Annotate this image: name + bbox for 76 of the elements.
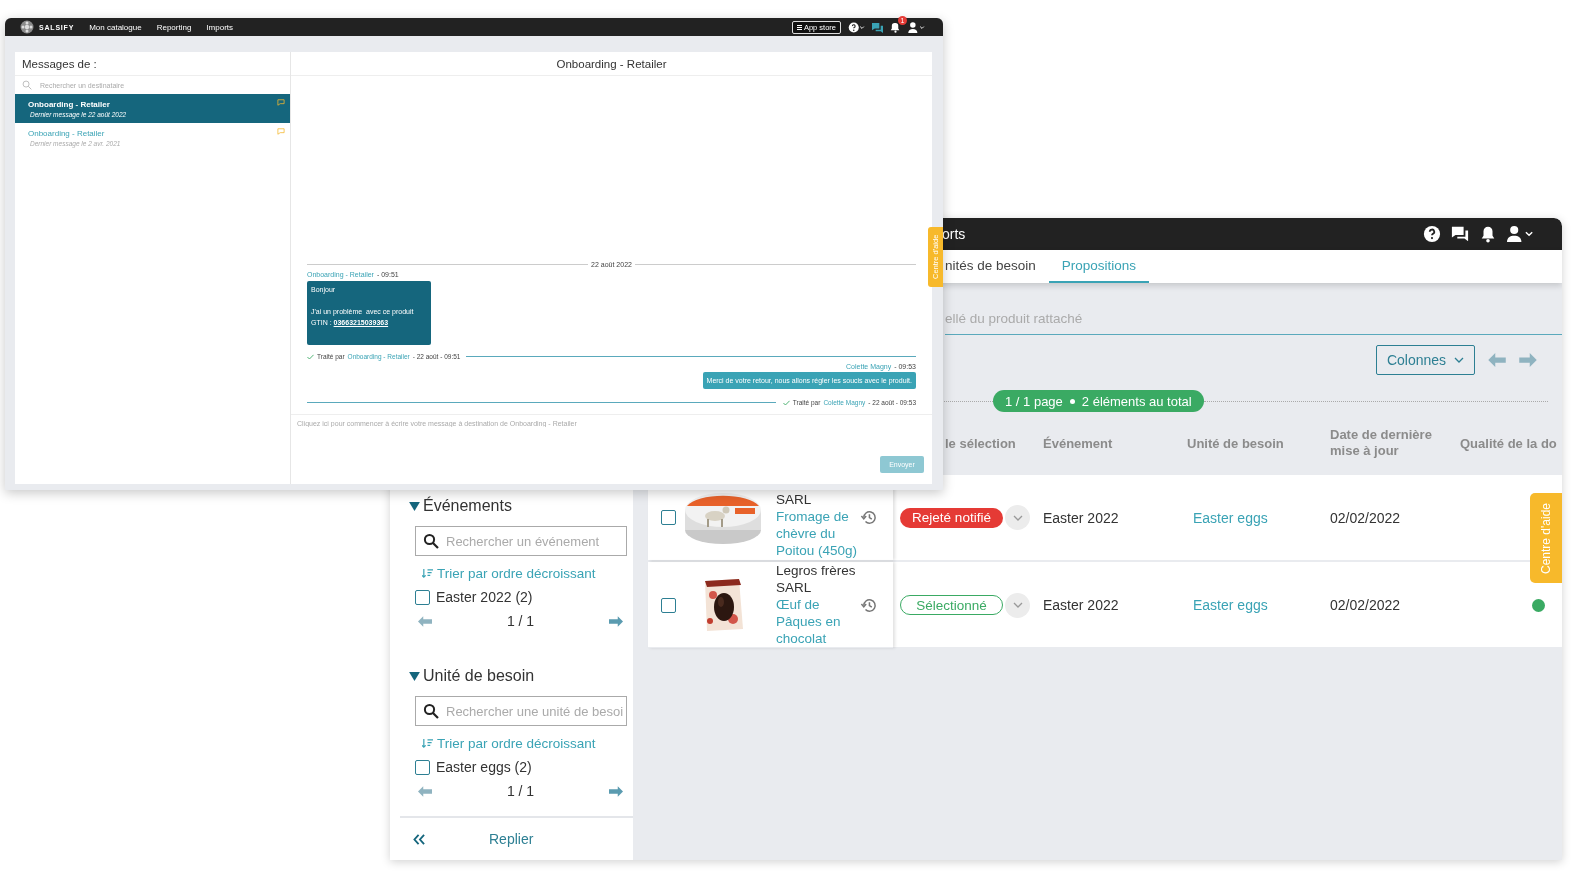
user-icon[interactable]: [908, 21, 925, 33]
filter-title: Unité de besoin: [423, 667, 535, 685]
search-icon: [423, 703, 439, 719]
column-header[interactable]: Date de dernière mise à jour: [1330, 427, 1458, 459]
thread-title: Onboarding - Retailer: [556, 57, 667, 70]
columns-dropdown[interactable]: Colonnes: [1376, 345, 1475, 375]
nav-link[interactable]: orts: [942, 226, 966, 242]
table-cell-text: Easter 2022: [1043, 597, 1120, 613]
sort-link[interactable]: Trier par ordre décroissant: [422, 563, 596, 583]
nav-link[interactable]: Reporting: [156, 22, 192, 32]
column-header[interactable]: le sélection: [945, 435, 1043, 451]
conversation-name: Onboarding - Retailer: [28, 128, 106, 138]
conversation-name: Onboarding - Retailer: [28, 99, 111, 109]
check-icon: [782, 399, 790, 406]
search-field[interactable]: ellé du produit rattaché: [945, 309, 1562, 335]
option-label: Easter 2022 (2): [436, 589, 533, 605]
table-cell-text: 02/02/2022: [1330, 597, 1402, 613]
checkbox[interactable]: [661, 510, 676, 525]
page-indicator: 1 / 1: [506, 613, 535, 629]
message-icon: [277, 128, 285, 135]
chevron-down-icon: [1012, 514, 1023, 521]
checkbox[interactable]: [415, 759, 430, 775]
status-badge: Sélectionné: [900, 595, 1003, 615]
sort-icon: [422, 567, 433, 579]
nav-link[interactable]: Imports: [206, 22, 233, 32]
table-cell-text: Easter 2022: [1043, 509, 1120, 526]
search-icon: [423, 533, 439, 549]
nav-link[interactable]: Mon catalogue: [89, 22, 142, 32]
logo-icon: [20, 20, 34, 34]
double-chevron-icon[interactable]: [413, 833, 426, 845]
chevron-down-icon: [1012, 602, 1023, 608]
column-header[interactable]: Qualité de la do: [1460, 435, 1562, 451]
page-count: 1 / 1 page: [1005, 393, 1063, 409]
search-icon: [22, 80, 32, 90]
chevron-down-icon: [1454, 357, 1465, 363]
checkbox[interactable]: [661, 597, 676, 613]
supplier-name: Legros frères SARL: [776, 562, 857, 596]
product-link[interactable]: Fromage de chèvre du Poitou (450g): [776, 508, 860, 559]
column-header[interactable]: Événement: [1043, 435, 1187, 451]
filter-title: Événements: [423, 497, 512, 515]
sort-link[interactable]: Trier par ordre décroissant: [422, 733, 596, 753]
tab[interactable]: nités de besoin: [945, 250, 1049, 283]
unit-link[interactable]: Easter eggs: [1187, 597, 1330, 613]
checkbox[interactable]: [415, 589, 430, 605]
column-header[interactable]: Unité de besoin: [1187, 435, 1330, 451]
tab[interactable]: Propositions: [1048, 250, 1150, 283]
history-icon[interactable]: [860, 596, 877, 614]
user-icon[interactable]: [1507, 225, 1534, 243]
unit-link[interactable]: Easter eggs: [1187, 509, 1330, 526]
product-link[interactable]: Œuf de Pâques en chocolat: [776, 596, 860, 647]
table-cell-text: 02/02/2022: [1330, 509, 1402, 526]
message-icon: [277, 99, 285, 106]
collapse-link[interactable]: Replier: [489, 831, 534, 847]
sort-icon: [422, 737, 433, 749]
arrow-right-icon[interactable]: [609, 785, 623, 797]
arrow-right-icon[interactable]: [609, 615, 623, 627]
triangle-icon[interactable]: [409, 671, 420, 681]
panel-title: Messages de :: [22, 57, 97, 70]
chat-icon[interactable]: [1451, 225, 1469, 243]
page-indicator: 1 / 1: [506, 783, 535, 799]
history-icon[interactable]: [860, 509, 877, 526]
triangle-icon[interactable]: [409, 501, 420, 511]
help-tab[interactable]: Centre d'aide: [1530, 493, 1562, 583]
supplier-name: SARL: [776, 491, 813, 508]
search-field[interactable]: Rechercher un événement: [415, 526, 627, 556]
check-icon: [307, 353, 314, 360]
bell-icon[interactable]: [1479, 225, 1497, 243]
help-icon[interactable]: [848, 21, 865, 33]
total-count: 2 éléments au total: [1081, 393, 1192, 409]
list-icon: [796, 24, 802, 30]
bell-icon[interactable]: [890, 21, 901, 33]
option-label: Easter eggs (2): [436, 759, 532, 775]
status-badge: Rejeté notifié: [900, 507, 1003, 528]
search-field[interactable]: Rechercher une unité de besoi: [415, 696, 627, 726]
bullet-icon: [1069, 398, 1075, 404]
help-icon[interactable]: [1423, 225, 1441, 243]
